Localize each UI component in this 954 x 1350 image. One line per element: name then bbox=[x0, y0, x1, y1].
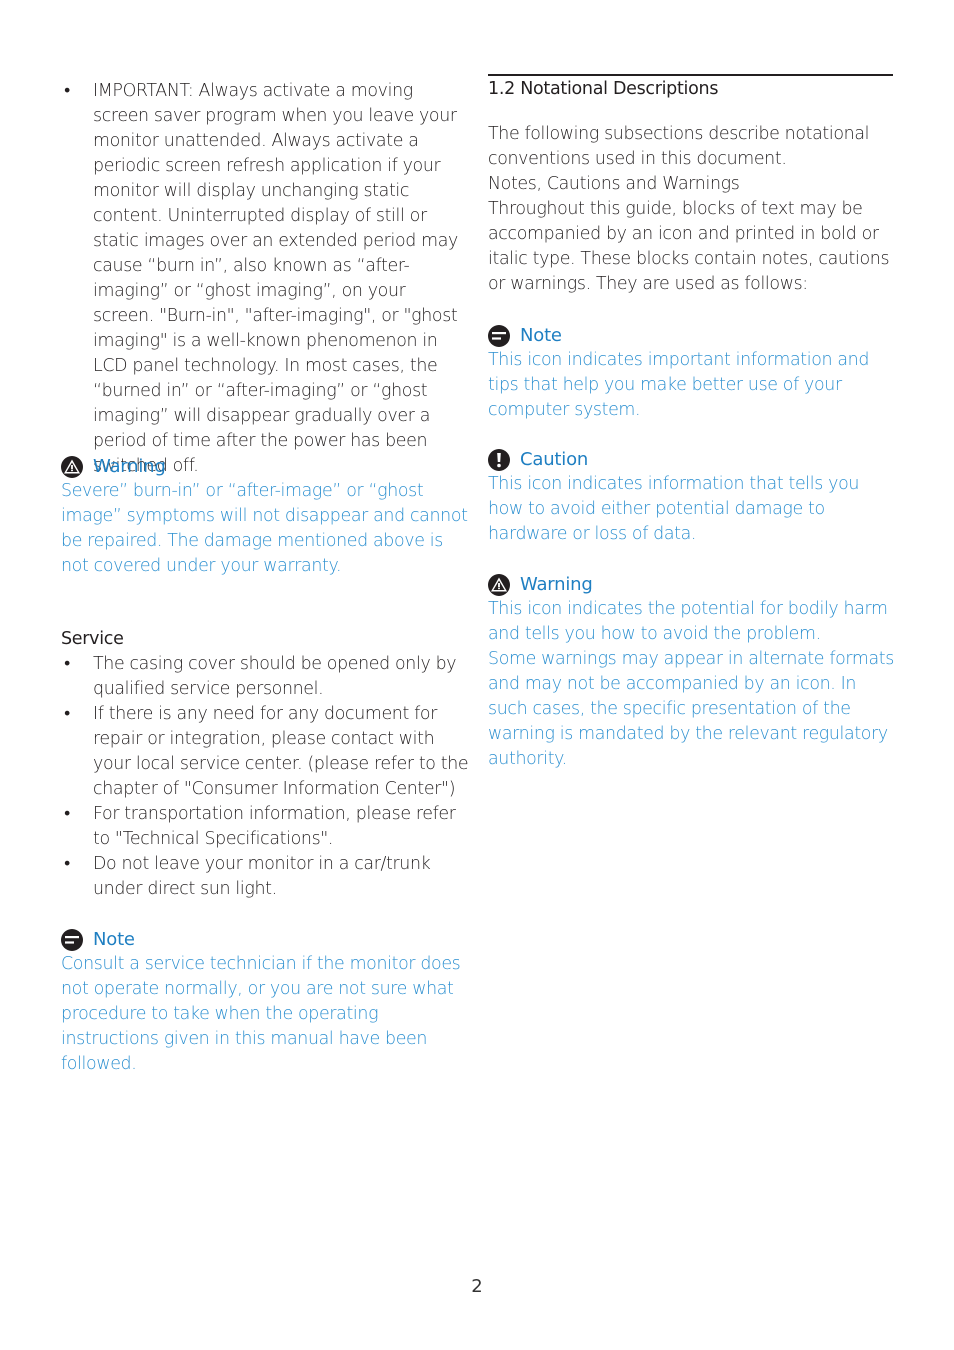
warning-block: Warning Severe” burn-in” or “after-image… bbox=[61, 454, 471, 579]
note-header: Note bbox=[488, 323, 894, 348]
warning-header: Warning bbox=[488, 572, 894, 597]
note-icon bbox=[61, 928, 83, 951]
list-item: • If there is any need for any document f… bbox=[61, 702, 471, 802]
list-item: • Do not leave your monitor in a car/trun… bbox=[61, 852, 471, 902]
intro-text: The following subsections describe notat… bbox=[488, 124, 870, 169]
warning-body: This icon indicates the potential for bo… bbox=[488, 599, 888, 644]
warning-body: Severe” burn-in” or “after-image” or “gh… bbox=[61, 481, 468, 576]
section-divider bbox=[488, 74, 893, 76]
service-list: • The casing cover should be opened only … bbox=[61, 652, 471, 902]
bullet-icon: • bbox=[64, 81, 70, 101]
warning-triangle-icon bbox=[61, 455, 83, 478]
list-item: • IMPORTANT: Always activate a moving sc… bbox=[61, 79, 471, 479]
note-title: Note bbox=[520, 325, 562, 346]
page-number: 2 bbox=[471, 1276, 483, 1297]
service-item-text: The casing cover should be opened only b… bbox=[93, 654, 457, 699]
caution-body: This icon indicates information that tel… bbox=[488, 474, 860, 544]
service-heading: Service bbox=[61, 629, 124, 649]
bullet-icon: • bbox=[64, 704, 70, 724]
intro-block: The following subsections describe notat… bbox=[488, 122, 894, 297]
list-item: • For transportation information, please … bbox=[61, 802, 471, 852]
bullet-icon: • bbox=[64, 854, 70, 874]
note-title: Note bbox=[93, 929, 135, 950]
note-body: Consult a service technician if the moni… bbox=[61, 954, 461, 1074]
note-block: Note Consult a service technician if the… bbox=[61, 927, 471, 1077]
list-item: • The casing cover should be opened only … bbox=[61, 652, 471, 702]
warning-triangle-icon bbox=[488, 573, 510, 596]
warning-definition: Warning This icon indicates the potentia… bbox=[488, 572, 894, 772]
important-text: IMPORTANT: Always activate a moving scre… bbox=[93, 81, 458, 476]
important-list: • IMPORTANT: Always activate a moving sc… bbox=[61, 79, 471, 479]
warning-title: Warning bbox=[520, 574, 593, 595]
service-section: Service • The casing cover should be open… bbox=[61, 627, 471, 902]
caution-header: Caution bbox=[488, 447, 894, 472]
note-definition: Note This icon indicates important infor… bbox=[488, 323, 894, 423]
note-body: This icon indicates important informatio… bbox=[488, 350, 870, 420]
warning-title: Warning bbox=[93, 456, 166, 477]
service-item-text: For transportation information, please r… bbox=[93, 804, 456, 849]
caution-exclamation-icon bbox=[488, 448, 510, 471]
bullet-icon: • bbox=[64, 804, 70, 824]
note-header: Note bbox=[61, 927, 471, 952]
warning-header: Warning bbox=[61, 454, 471, 479]
service-item-text: If there is any need for any document fo… bbox=[93, 704, 469, 799]
warning-body-extra: Some warnings may appear in alternate fo… bbox=[488, 649, 894, 769]
note-icon bbox=[488, 324, 510, 347]
caution-definition: Caution This icon indicates information … bbox=[488, 447, 894, 547]
service-item-text: Do not leave your monitor in a car/trunk… bbox=[93, 854, 431, 899]
caution-title: Caution bbox=[520, 449, 589, 470]
bullet-icon: • bbox=[64, 654, 70, 674]
section-title: 1.2 Notational Descriptions bbox=[488, 79, 719, 99]
description-text: Throughout this guide, blocks of text ma… bbox=[488, 199, 890, 294]
subheading: Notes, Cautions and Warnings bbox=[488, 174, 740, 194]
